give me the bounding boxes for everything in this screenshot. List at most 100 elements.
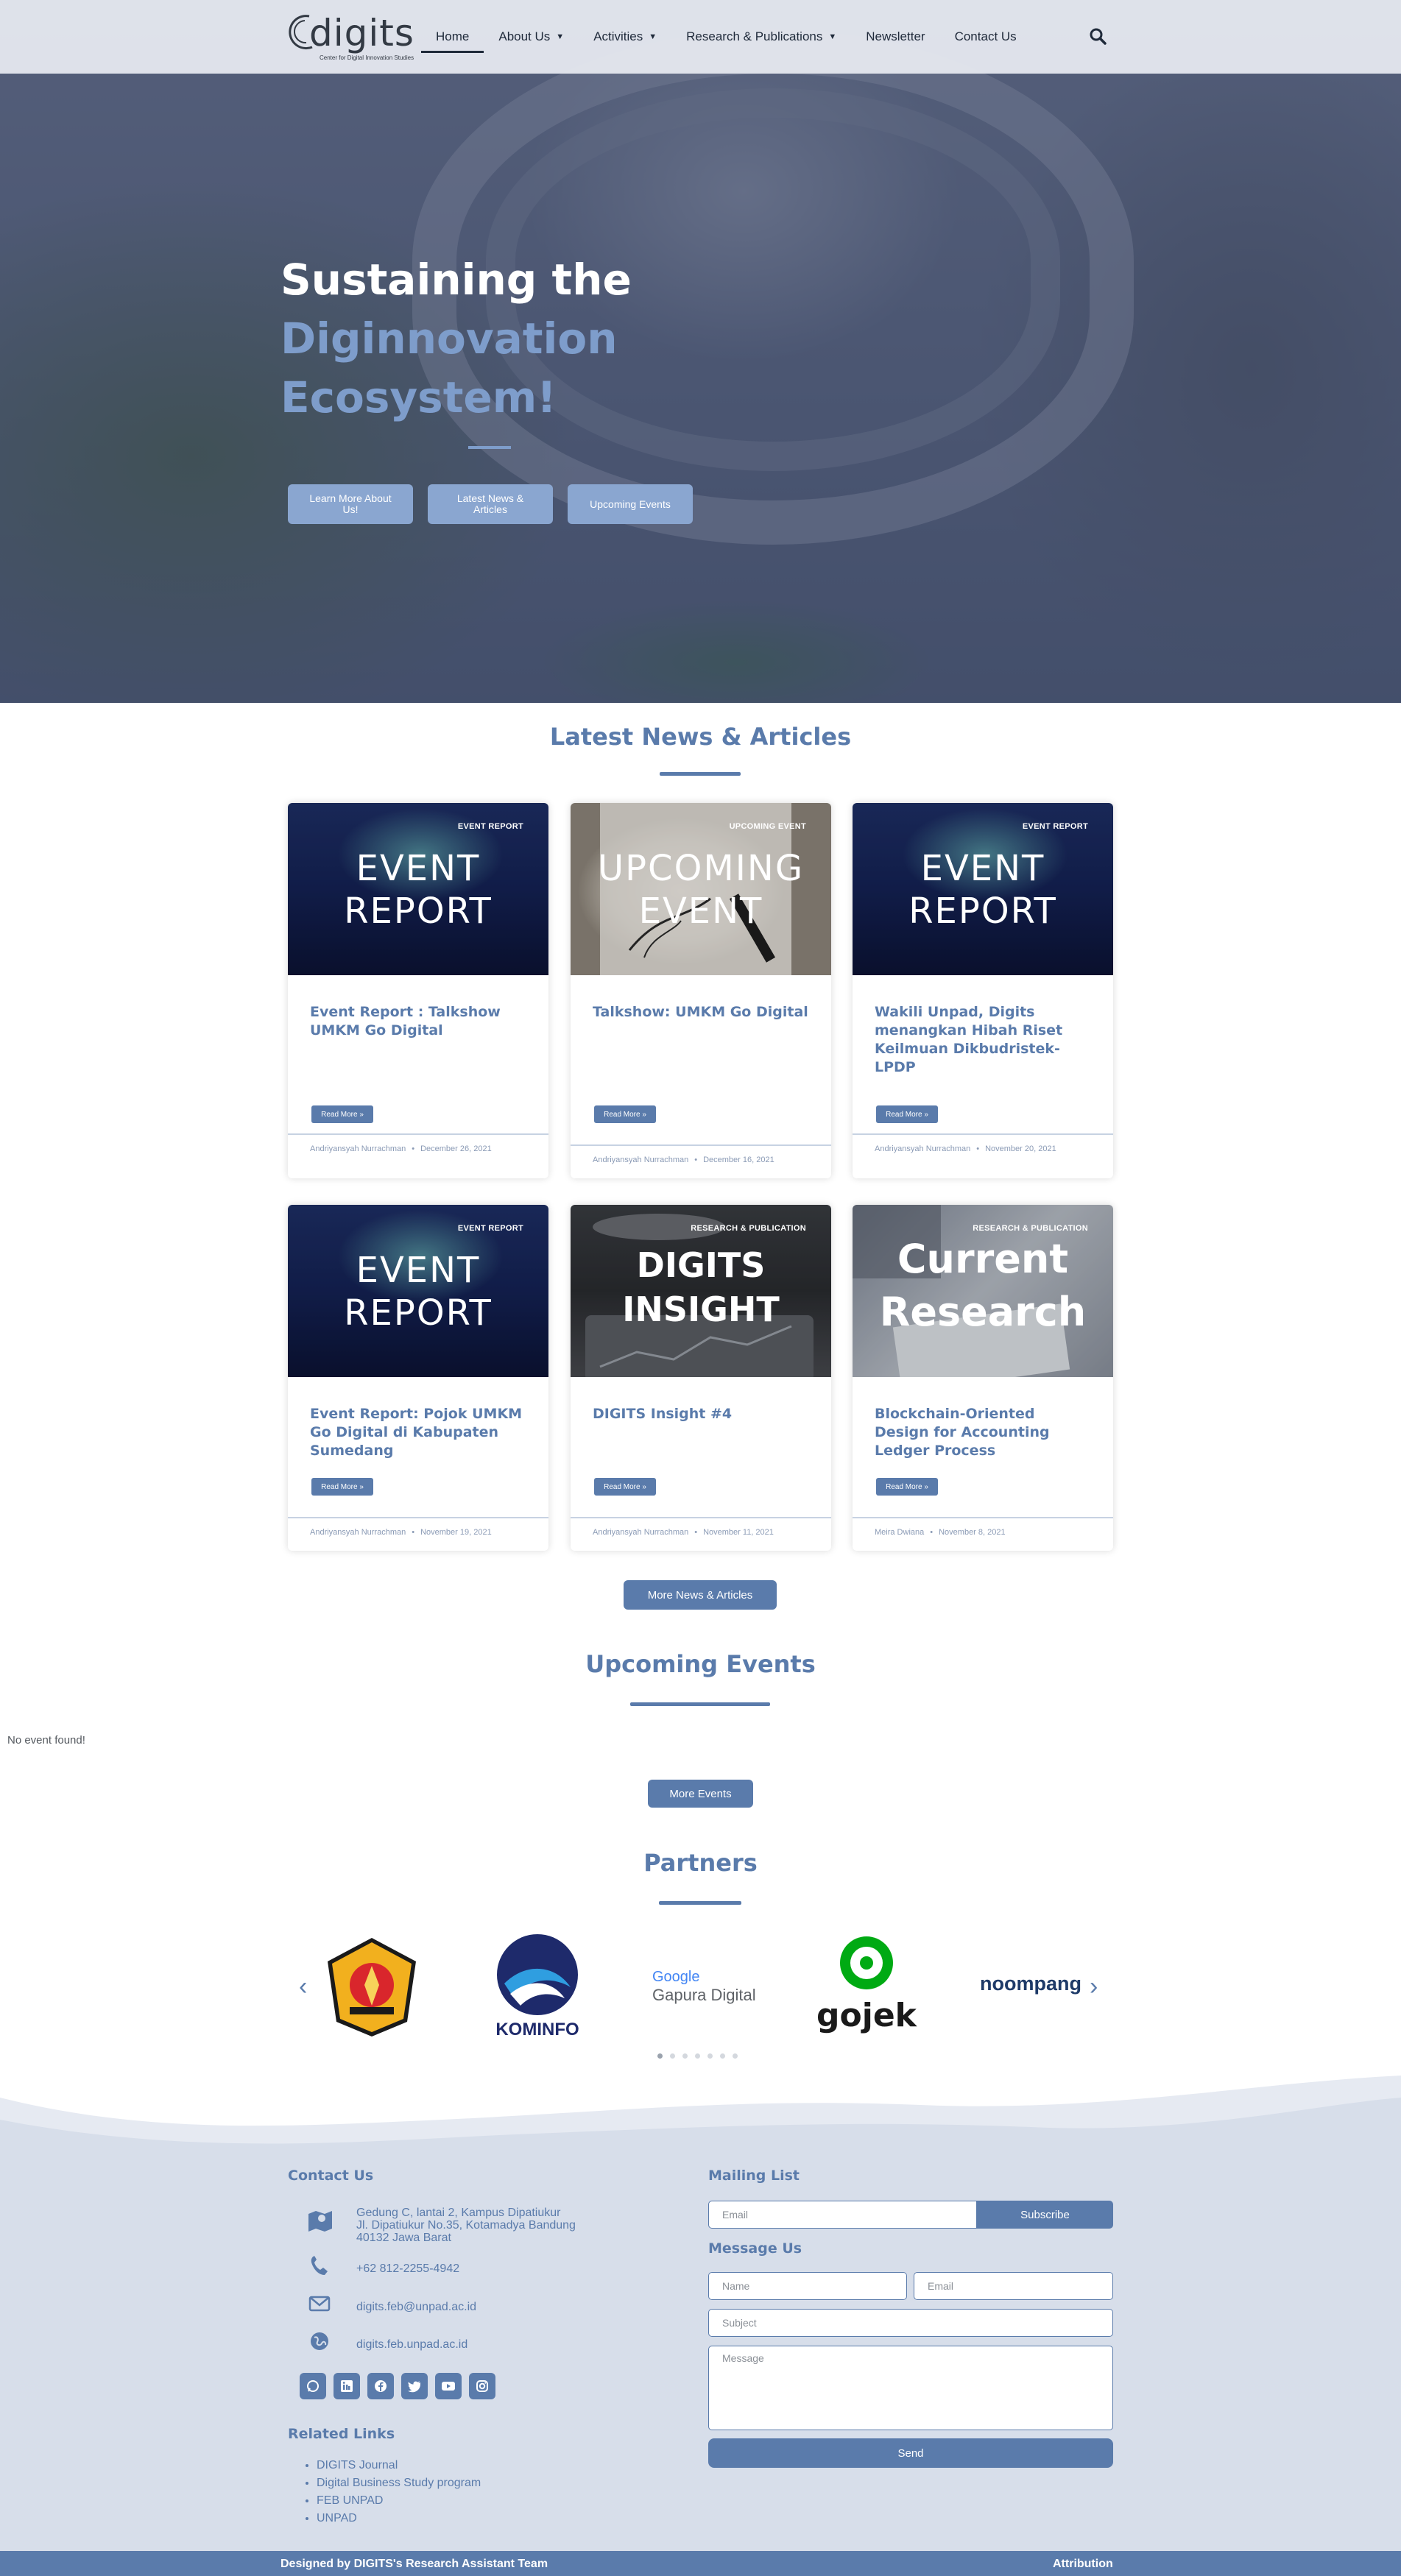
news-card[interactable]: EVENT REPORT EVENT REPORT Event Report : … — [288, 803, 548, 1178]
youtube-icon[interactable] — [435, 2373, 462, 2399]
news-card-title[interactable]: Event Report : Talkshow UMKM Go Digital — [310, 1003, 526, 1040]
related-links-heading: Related Links — [288, 2426, 395, 2442]
thumbnail-text: EVENT REPORT — [288, 1249, 548, 1334]
subject-input[interactable]: Subject — [708, 2309, 1113, 2337]
read-more-button[interactable]: Read More » — [594, 1478, 656, 1496]
phone-link[interactable]: +62 812-2255-4942 — [356, 2262, 459, 2275]
latest-news-button[interactable]: Latest News & Articles — [428, 484, 553, 524]
address-line-1: Gedung C, lantai 2, Kampus Dipatiukur — [356, 2207, 561, 2219]
news-card[interactable]: EVENT REPORT EVENT REPORT Event Report: P… — [288, 1205, 548, 1551]
nav-contact-us[interactable]: Contact Us — [940, 0, 1031, 74]
nav-activities[interactable]: Activities ▼ — [579, 0, 671, 74]
carousel-dot[interactable] — [707, 2053, 713, 2059]
related-link-unpad[interactable]: UNPAD — [317, 2510, 481, 2527]
news-card-title[interactable]: Blockchain-Oriented Design for Accountin… — [875, 1405, 1091, 1460]
message-email-input[interactable]: Email — [914, 2272, 1113, 2300]
post-date: November 11, 2021 — [703, 1528, 774, 1537]
name-input[interactable]: Name — [708, 2272, 907, 2300]
thumbnail-line-1: Current — [897, 1236, 1069, 1282]
message-textarea[interactable]: Message — [708, 2346, 1113, 2430]
carousel-dot[interactable] — [733, 2053, 738, 2059]
read-more-button[interactable]: Read More » — [876, 1105, 938, 1123]
news-card-thumbnail[interactable]: RESEARCH & PUBLICATION Current Research — [853, 1205, 1113, 1377]
learn-more-button[interactable]: Learn More About Us! — [288, 484, 413, 524]
upcoming-events-button[interactable]: Upcoming Events — [568, 484, 693, 524]
whatsapp-icon[interactable] — [300, 2373, 326, 2399]
nav-research-publications[interactable]: Research & Publications ▼ — [671, 0, 851, 74]
news-card-thumbnail[interactable]: EVENT REPORT EVENT REPORT — [853, 803, 1113, 975]
news-card[interactable]: RESEARCH & PUBLICATION DIGITS INSIGHT DIG… — [571, 1205, 831, 1551]
news-card-thumbnail[interactable]: RESEARCH & PUBLICATION DIGITS INSIGHT — [571, 1205, 831, 1377]
meta-separator: • — [930, 1528, 934, 1537]
post-author: Andriyansyah Nurrachman — [875, 1144, 971, 1153]
carousel-dot[interactable] — [720, 2053, 725, 2059]
thumbnail-line-1: UPCOMING — [597, 848, 805, 889]
news-card-title[interactable]: Wakili Unpad, Digits menangkan Hibah Ris… — [875, 1003, 1091, 1077]
carousel-dot[interactable] — [682, 2053, 688, 2059]
post-date: December 16, 2021 — [703, 1156, 774, 1164]
related-link-feb-unpad[interactable]: FEB UNPAD — [317, 2492, 481, 2510]
partner-logo-unpad[interactable] — [309, 1932, 434, 2039]
read-more-button[interactable]: Read More » — [311, 1105, 373, 1123]
news-card[interactable]: UPCOMING EVENT UPCOMING EVENT Talkshow: U… — [571, 803, 831, 1178]
partner-logo-numpang[interactable]: noompang — [968, 1932, 1093, 2039]
nav-newsletter[interactable]: Newsletter — [851, 0, 939, 74]
hero-overlay — [0, 0, 1401, 703]
read-more-button[interactable]: Read More » — [594, 1105, 656, 1123]
nav-newsletter-label: Newsletter — [866, 29, 925, 43]
partner-logo-gojek[interactable]: gojek — [804, 1932, 929, 2039]
partners-title-divider — [659, 1901, 741, 1905]
carousel-prev-arrow[interactable]: ‹ — [299, 1972, 307, 2001]
gojek-logo-icon: gojek — [816, 1936, 918, 2034]
email-link[interactable]: digits.feb@unpad.ac.id — [356, 2301, 476, 2313]
news-card-thumbnail[interactable]: EVENT REPORT EVENT REPORT — [288, 803, 548, 975]
news-card-thumbnail[interactable]: UPCOMING EVENT UPCOMING EVENT — [571, 803, 831, 975]
thumbnail-line-1: EVENT — [356, 848, 481, 889]
instagram-icon[interactable] — [469, 2373, 495, 2399]
news-card-title[interactable]: DIGITS Insight #4 — [593, 1405, 809, 1423]
more-events-button[interactable]: More Events — [648, 1780, 753, 1808]
website-link[interactable]: digits.feb.unpad.ac.id — [356, 2338, 467, 2351]
digits-logo[interactable]: digits Center for Digital Innovation Stu… — [287, 10, 414, 63]
partner-logo-gapura-digital[interactable]: Google Gapura Digital — [640, 1932, 766, 2039]
nav-research-label: Research & Publications — [686, 29, 823, 43]
nav-home[interactable]: Home — [421, 0, 484, 74]
related-link-digital-business[interactable]: Digital Business Study program — [317, 2474, 481, 2492]
mailing-email-input[interactable]: Email — [708, 2201, 977, 2229]
chevron-down-icon: ▼ — [828, 32, 837, 41]
post-date: November 19, 2021 — [420, 1528, 492, 1537]
news-card-thumbnail[interactable]: EVENT REPORT EVENT REPORT — [288, 1205, 548, 1377]
attribution-link[interactable]: Attribution — [1053, 2558, 1113, 2571]
facebook-icon[interactable] — [367, 2373, 394, 2399]
send-button[interactable]: Send — [708, 2438, 1113, 2468]
nav-about-label: About Us — [498, 29, 551, 43]
related-link-digits-journal[interactable]: DIGITS Journal — [317, 2457, 481, 2474]
events-section-title: Upcoming Events — [585, 1650, 816, 1678]
news-card[interactable]: RESEARCH & PUBLICATION Current Research B… — [853, 1205, 1113, 1551]
partner-logo-kominfo[interactable]: KOMINFO — [475, 1932, 600, 2039]
news-card-title[interactable]: Talkshow: UMKM Go Digital — [593, 1003, 809, 1022]
carousel-dot[interactable] — [657, 2053, 663, 2059]
numpang-logo-icon: noompang — [980, 1972, 1081, 1995]
news-card-title[interactable]: Event Report: Pojok UMKM Go Digital di K… — [310, 1405, 526, 1460]
twitter-icon[interactable] — [401, 2373, 428, 2399]
chevron-down-icon: ▼ — [649, 32, 657, 41]
carousel-dot[interactable] — [695, 2053, 700, 2059]
more-news-button[interactable]: More News & Articles — [624, 1580, 777, 1610]
news-card[interactable]: EVENT REPORT EVENT REPORT Wakili Unpad, D… — [853, 803, 1113, 1178]
designed-by-text: Designed by DIGITS's Research Assistant … — [280, 2558, 548, 2570]
facebook-glyph — [375, 2380, 387, 2392]
read-more-button[interactable]: Read More » — [311, 1478, 373, 1496]
top-navbar: digits Center for Digital Innovation Stu… — [0, 0, 1401, 74]
carousel-pagination — [657, 2053, 738, 2059]
nav-about-us[interactable]: About Us ▼ — [484, 0, 579, 74]
news-card-meta: Andriyansyah Nurrachman • November 19, 202… — [288, 1517, 548, 1538]
nav-home-label: Home — [436, 29, 470, 43]
linkedin-icon[interactable] — [334, 2373, 360, 2399]
read-more-button[interactable]: Read More » — [876, 1478, 938, 1496]
globe-icon — [311, 2332, 328, 2350]
carousel-dot[interactable] — [670, 2053, 675, 2059]
thumbnail-line-1: DIGITS — [636, 1245, 766, 1285]
subscribe-button[interactable]: Subscribe — [977, 2201, 1113, 2229]
search-icon[interactable] — [1088, 26, 1107, 46]
